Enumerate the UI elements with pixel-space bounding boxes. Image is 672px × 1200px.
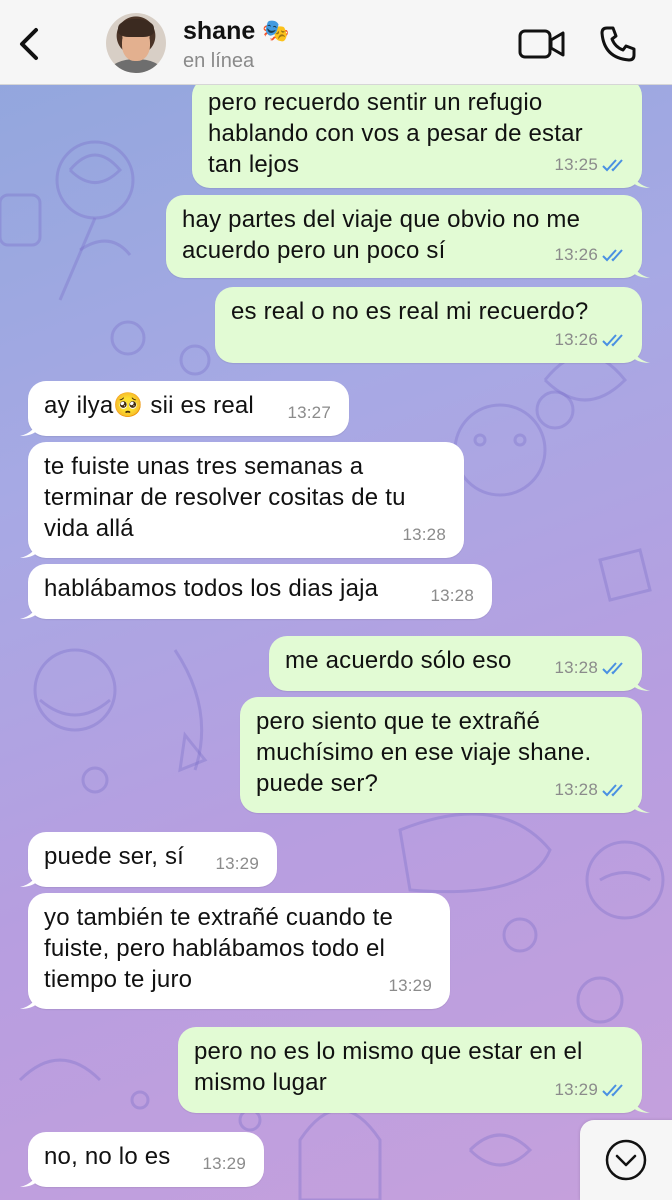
bubble-tail bbox=[20, 601, 38, 619]
message-text: yo también te extrañé cuando te fuiste, … bbox=[44, 904, 394, 993]
message-time: 13:28 bbox=[554, 658, 598, 677]
message-meta: 13:28 bbox=[430, 580, 474, 611]
chevron-down-circle-icon bbox=[605, 1139, 647, 1181]
outgoing-message[interactable]: pero siento que te extrañé muchísimo en … bbox=[240, 697, 650, 813]
message-meta: 13:26 bbox=[554, 239, 628, 270]
message-time: 13:29 bbox=[215, 854, 259, 873]
scroll-to-bottom-button[interactable] bbox=[580, 1120, 672, 1200]
message-text: te fuiste unas tres semanas a terminar d… bbox=[44, 453, 406, 542]
message-text: hablábamos todos los dias jaja bbox=[44, 575, 379, 602]
outgoing-message[interactable]: pero no es lo mismo que estar en el mism… bbox=[178, 1027, 650, 1113]
contact-name[interactable]: shane bbox=[183, 17, 255, 46]
video-camera-icon bbox=[518, 29, 565, 59]
bubble-tail bbox=[632, 170, 650, 188]
contact-status: en línea bbox=[183, 50, 255, 72]
video-call-button[interactable] bbox=[518, 28, 566, 60]
bubble-tail bbox=[20, 1169, 38, 1187]
message-meta: 13:28 bbox=[402, 519, 446, 550]
message-time: 13:28 bbox=[402, 525, 446, 544]
message-meta: 13:29 bbox=[554, 1074, 628, 1105]
read-receipt-icon bbox=[602, 158, 623, 171]
bubble-tail bbox=[632, 345, 650, 363]
bubble-tail bbox=[632, 795, 650, 813]
message-meta: 13:29 bbox=[202, 1148, 246, 1179]
message-time: 13:28 bbox=[554, 780, 598, 799]
bubble-tail bbox=[20, 991, 38, 1009]
chevron-left-icon bbox=[20, 28, 38, 60]
message-meta: 13:28 bbox=[554, 774, 628, 805]
back-button[interactable] bbox=[14, 24, 44, 64]
incoming-message[interactable]: puede ser, sí 13:29 bbox=[20, 832, 277, 887]
bubble-tail bbox=[632, 673, 650, 691]
message-time: 13:28 bbox=[430, 586, 474, 605]
incoming-message[interactable]: yo también te extrañé cuando te fuiste, … bbox=[20, 893, 450, 1009]
read-receipt-icon bbox=[602, 248, 623, 261]
message-time: 13:27 bbox=[287, 403, 331, 422]
message-meta: 13:29 bbox=[388, 970, 432, 1001]
bubble-tail bbox=[20, 869, 38, 887]
incoming-message[interactable]: ay ilya🥺 sii es real 13:27 bbox=[20, 381, 349, 436]
name-emoji: 🎭 bbox=[262, 18, 290, 43]
message-meta: 13:29 bbox=[215, 848, 259, 879]
contact-avatar[interactable] bbox=[106, 13, 166, 73]
bubble-tail bbox=[20, 418, 38, 436]
message-time: 13:25 bbox=[554, 155, 598, 174]
message-meta: 13:25 bbox=[554, 149, 628, 180]
read-receipt-icon bbox=[602, 333, 623, 346]
outgoing-message[interactable]: hay partes del viaje que obvio no me acu… bbox=[166, 195, 650, 278]
chat-header: shane 🎭 en línea bbox=[0, 0, 672, 85]
outgoing-message[interactable]: pero recuerdo sentir un refugio hablando… bbox=[192, 78, 650, 188]
message-meta: 13:26 bbox=[554, 324, 628, 355]
outgoing-message[interactable]: es real o no es real mi recuerdo? 13:26 bbox=[215, 287, 650, 363]
voice-call-button[interactable] bbox=[598, 24, 638, 64]
incoming-message[interactable]: no, no lo es 13:29 bbox=[20, 1132, 264, 1187]
bubble-tail bbox=[632, 260, 650, 278]
incoming-message[interactable]: hablábamos todos los dias jaja 13:28 bbox=[20, 564, 492, 619]
message-time: 13:29 bbox=[554, 1080, 598, 1099]
phone-icon bbox=[600, 26, 636, 62]
message-text: es real o no es real mi recuerdo? bbox=[231, 298, 589, 325]
read-receipt-icon bbox=[602, 661, 623, 674]
message-time: 13:29 bbox=[202, 1154, 246, 1173]
message-meta: 13:28 bbox=[554, 652, 628, 683]
message-time: 13:29 bbox=[388, 976, 432, 995]
message-time: 13:26 bbox=[554, 245, 598, 264]
outgoing-message[interactable]: me acuerdo sólo eso 13:28 bbox=[269, 636, 650, 691]
message-meta: 13:27 bbox=[287, 397, 331, 428]
incoming-message[interactable]: te fuiste unas tres semanas a terminar d… bbox=[20, 442, 464, 558]
bubble-tail bbox=[20, 540, 38, 558]
message-time: 13:26 bbox=[554, 330, 598, 349]
read-receipt-icon bbox=[602, 783, 623, 796]
bubble-tail bbox=[632, 1095, 650, 1113]
read-receipt-icon bbox=[602, 1083, 623, 1096]
